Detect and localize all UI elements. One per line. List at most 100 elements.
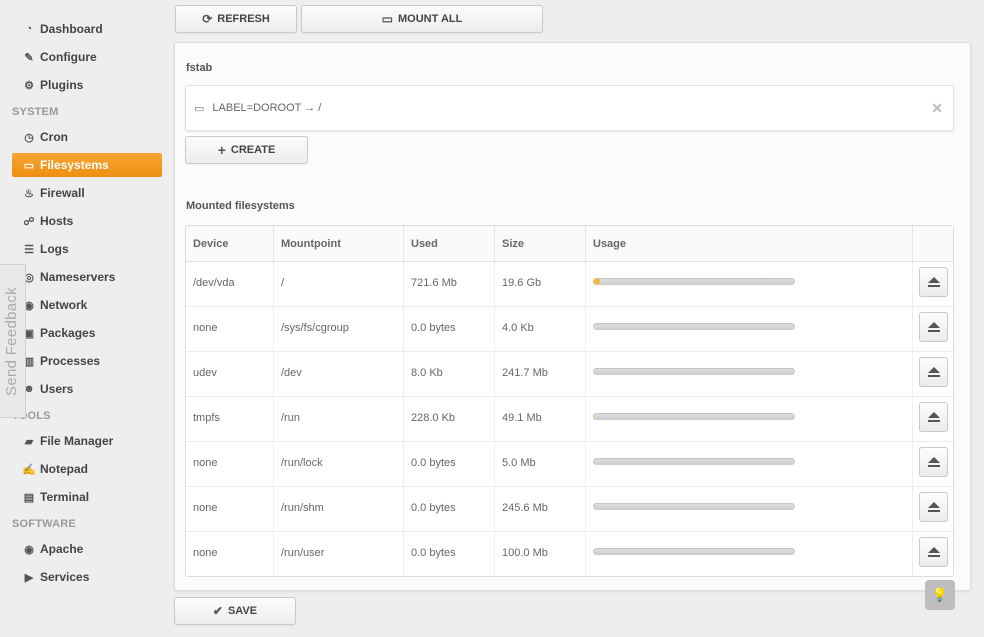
size-cell: 245.6 Mb [495, 487, 586, 532]
mount-all-button[interactable]: ▭ MOUNT ALL [301, 5, 543, 33]
sidebar-item-file-manager[interactable]: ▰ File Manager [12, 429, 162, 453]
actions-cell [913, 532, 953, 576]
unmount-button[interactable] [919, 312, 948, 342]
sidebar-item-configure[interactable]: ✎ Configure [12, 45, 162, 69]
filesystems-panel: fstab ▭ LABEL=DOROOT → / ✕ + CREATE Mount… [174, 42, 971, 591]
lightbulb-icon[interactable]: 💡 [925, 580, 955, 610]
sidebar-item-label: Configure [40, 50, 97, 64]
device-cell: tmpfs [186, 397, 274, 442]
sidebar-item-packages[interactable]: ▣ Packages [12, 321, 162, 345]
sidebar-item-network[interactable]: ◉ Network [12, 293, 162, 317]
used-cell: 0.0 bytes [404, 442, 495, 487]
refresh-button[interactable]: ⟳ REFRESH [175, 5, 297, 33]
eject-icon [927, 502, 940, 512]
sidebar-item-dashboard[interactable]: ◔ Dashboard [12, 17, 162, 41]
size-cell: 19.6 Gb [495, 262, 586, 307]
sidebar-item-services[interactable]: ▶ Services [12, 565, 162, 589]
column-header-size[interactable]: Size [495, 226, 586, 262]
sidebar-item-label: Terminal [40, 490, 90, 504]
folder-open-icon: ▰ [24, 435, 34, 448]
usage-cell [586, 397, 913, 442]
column-header-usage[interactable]: Usage [586, 226, 913, 262]
section-software: SOFTWARE [12, 518, 76, 530]
sidebar-item-plugins[interactable]: ⚙ Plugins [12, 73, 162, 97]
cogs-icon: ⚙ [24, 79, 34, 92]
mounted-title: Mounted filesystems [186, 200, 295, 212]
mountpoint-cell: /sys/fs/cgroup [274, 307, 404, 352]
sidebar-item-cron[interactable]: ◷ Cron [12, 125, 162, 149]
used-cell: 8.0 Kb [404, 352, 495, 397]
fire-icon: ♨ [24, 187, 34, 200]
play-icon: ▶ [24, 571, 34, 584]
unmount-button[interactable] [919, 267, 948, 297]
sidebar-item-hosts[interactable]: ☍ Hosts [12, 209, 162, 233]
hdd-icon: ▭ [23, 159, 35, 172]
create-button[interactable]: + CREATE [185, 136, 308, 164]
usage-bar [593, 278, 795, 285]
device-cell: none [186, 307, 274, 352]
close-icon[interactable]: ✕ [931, 100, 943, 117]
sidebar-item-apache[interactable]: ◉ Apache [12, 537, 162, 561]
eject-icon [927, 412, 940, 422]
sidebar-item-filesystems[interactable]: ▭ Filesystems [12, 153, 162, 177]
save-label: SAVE [227, 605, 258, 617]
actions-cell [913, 442, 953, 487]
unmount-button[interactable] [919, 492, 948, 522]
sidebar-item-logs[interactable]: ☰ Logs [12, 237, 162, 261]
wrench-icon: ✎ [24, 51, 34, 64]
sidebar-item-notepad[interactable]: ✍ Notepad [12, 457, 162, 481]
list-icon: ☰ [24, 243, 34, 256]
table-row: udev/dev 8.0 Kb 241.7 Mb [186, 352, 953, 397]
fstab-entry[interactable]: ▭ LABEL=DOROOT → / ✕ [185, 85, 954, 131]
device-cell: /dev/vda [186, 262, 274, 307]
actions-cell [913, 397, 953, 442]
sidebar-item-users[interactable]: ☻ Users [12, 377, 162, 401]
unmount-button[interactable] [919, 537, 948, 567]
size-cell: 100.0 Mb [495, 532, 586, 576]
sidebar-item-label: Firewall [40, 186, 85, 200]
plus-icon: + [217, 142, 226, 158]
usage-bar [593, 503, 795, 510]
usage-bar-fill [593, 278, 601, 285]
sidebar-item-processes[interactable]: ▥ Processes [12, 349, 162, 373]
column-header-used[interactable]: Used [404, 226, 495, 262]
sidebar-item-label: Dashboard [40, 22, 103, 36]
usage-bar [593, 413, 795, 420]
eject-icon [927, 547, 940, 557]
unmount-button[interactable] [919, 402, 948, 432]
send-feedback-tab[interactable]: Send Feedback [0, 264, 26, 418]
column-header-mountpoint[interactable]: Mountpoint [274, 226, 404, 262]
eject-icon [927, 322, 940, 332]
table-row: /dev/vda/721.6 Mb 19.6 Gb [186, 262, 953, 307]
sidebar-item-label: Logs [40, 242, 69, 256]
fstab-title: fstab [186, 62, 213, 74]
eject-icon [927, 367, 940, 377]
column-header-device[interactable]: Device [186, 226, 274, 262]
device-cell: none [186, 532, 274, 576]
used-cell: 0.0 bytes [404, 487, 495, 532]
unmount-button[interactable] [919, 357, 948, 387]
table-row: none/run/lock 0.0 bytes 5.0 Mb [186, 442, 953, 487]
usage-cell [586, 487, 913, 532]
table-row: none/run/shm 0.0 bytes 245.6 Mb [186, 487, 953, 532]
usage-cell [586, 442, 913, 487]
sidebar-item-nameservers[interactable]: ◎ Nameservers [12, 265, 162, 289]
sidebar-item-terminal[interactable]: ▤ Terminal [12, 485, 162, 509]
mountpoint-cell: /run/shm [274, 487, 404, 532]
refresh-icon: ⟳ [202, 12, 213, 26]
sidebar-item-label: Hosts [40, 214, 74, 228]
mountpoint-cell: /dev [274, 352, 404, 397]
mounted-table: Device Mountpoint Used Size Usage /dev/v… [185, 225, 954, 577]
sidebar-item-firewall[interactable]: ♨ Firewall [12, 181, 162, 205]
mountpoint-cell: /run/user [274, 532, 404, 576]
sidebar-item-label: Network [40, 298, 88, 312]
used-cell: 721.6 Mb [404, 262, 495, 307]
sidebar-item-label: Notepad [40, 462, 88, 476]
sitemap-icon: ☍ [23, 215, 35, 228]
device-cell: udev [186, 352, 274, 397]
save-button[interactable]: ✔ SAVE [174, 597, 296, 625]
unmount-button[interactable] [919, 447, 948, 477]
used-cell: 0.0 bytes [404, 307, 495, 352]
actions-cell [913, 352, 953, 397]
usage-bar [593, 323, 795, 330]
